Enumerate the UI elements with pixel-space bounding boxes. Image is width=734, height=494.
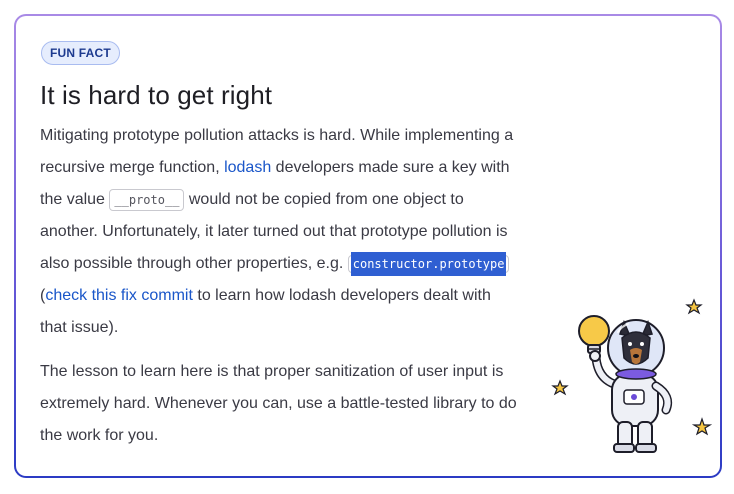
star-icon bbox=[685, 298, 703, 315]
lightbulb-icon bbox=[578, 315, 610, 354]
code-proto: __proto__ bbox=[109, 189, 185, 211]
astronaut-dog-illustration bbox=[551, 298, 713, 453]
lodash-link[interactable]: lodash bbox=[224, 159, 271, 176]
paragraph-lesson: The lesson to learn here is that proper … bbox=[40, 363, 517, 444]
card-body: Mitigating prototype pollution attacks i… bbox=[40, 120, 520, 452]
star-icon bbox=[691, 417, 713, 436]
code-constructor-prototype: constructor.prototype bbox=[347, 252, 510, 276]
fun-fact-badge: FUN FACT bbox=[41, 41, 120, 65]
fix-commit-link[interactable]: check this fix commit bbox=[45, 287, 193, 304]
fun-fact-card-content: FUN FACT It is hard to get right Mitigat… bbox=[16, 16, 720, 476]
fun-fact-card: FUN FACT It is hard to get right Mitigat… bbox=[14, 14, 722, 478]
selected-code-text: constructor.prototype bbox=[350, 252, 507, 276]
star-icon bbox=[551, 379, 569, 396]
paragraph-prototype-pollution: Mitigating prototype pollution attacks i… bbox=[40, 120, 520, 344]
card-title: It is hard to get right bbox=[40, 80, 273, 110]
